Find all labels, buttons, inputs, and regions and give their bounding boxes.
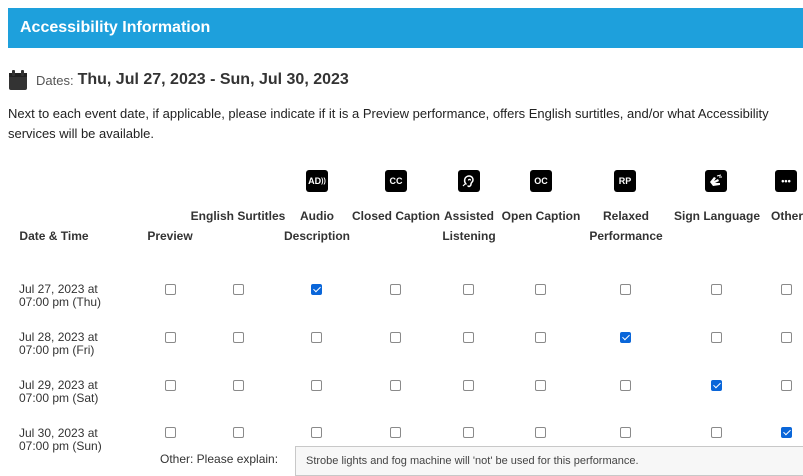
dates-row: Dates: Thu, Jul 27, 2023 - Sun, Jul 30, … — [8, 66, 349, 94]
checkbox-sign-language[interactable] — [711, 427, 722, 438]
checkbox-preview[interactable] — [165, 427, 176, 438]
checkbox-assisted-listening[interactable] — [463, 332, 474, 343]
checkbox-english-surtitles[interactable] — [233, 427, 244, 438]
row-time-line: 07:00 pm (Thu) — [19, 295, 102, 309]
checkbox-preview[interactable] — [165, 380, 176, 391]
row-date-label: Jul 28, 2023 at 07:00 pm (Fri) — [19, 331, 129, 357]
checkbox-english-surtitles[interactable] — [233, 332, 244, 343]
checkbox-other[interactable] — [781, 284, 792, 295]
checkbox-relaxed-performance[interactable] — [620, 427, 631, 438]
row-date-label: Jul 29, 2023 at 07:00 pm (Sat) — [19, 379, 129, 405]
checkbox-audio-description[interactable] — [311, 284, 322, 295]
checkbox-sign-language[interactable] — [711, 284, 722, 295]
checkbox-closed-caption[interactable] — [390, 284, 401, 295]
column-header-audio-description: Audio Description — [283, 209, 350, 243]
dates-value: Thu, Jul 27, 2023 - Sun, Jul 30, 2023 — [77, 71, 349, 88]
row-time-line: 07:00 pm (Sun) — [19, 439, 102, 453]
checkbox-preview[interactable] — [165, 284, 176, 295]
checkbox-closed-caption[interactable] — [390, 427, 401, 438]
checkbox-sign-language[interactable] — [711, 380, 722, 391]
checkbox-closed-caption[interactable] — [390, 380, 401, 391]
instructions-text: Next to each event date, if applicable, … — [8, 106, 769, 141]
checkbox-audio-description[interactable] — [311, 380, 322, 391]
section-title: Accessibility Information — [20, 19, 211, 36]
row-time-line: 07:00 pm (Fri) — [19, 343, 95, 357]
checkbox-assisted-listening[interactable] — [463, 380, 474, 391]
relaxed-performance-icon: RP — [614, 170, 636, 192]
other-ellipsis-icon: ••• — [775, 170, 797, 192]
open-caption-icon: OC — [530, 170, 552, 192]
column-header-preview: Preview — [147, 229, 193, 243]
checkbox-relaxed-performance[interactable] — [620, 332, 631, 343]
checkbox-other[interactable] — [781, 427, 792, 438]
checkbox-audio-description[interactable] — [311, 332, 322, 343]
other-explain-label: Other: Please explain: — [160, 452, 279, 466]
section-header: Accessibility Information — [8, 8, 803, 48]
row-time-line: 07:00 pm (Sat) — [19, 391, 99, 405]
checkbox-open-caption[interactable] — [535, 427, 546, 438]
column-header-open-caption: Open Caption — [501, 209, 581, 223]
checkbox-other[interactable] — [781, 380, 792, 391]
row-date-label: Jul 30, 2023 at 07:00 pm (Sun) — [19, 427, 129, 453]
checkbox-audio-description[interactable] — [311, 427, 322, 438]
checkbox-relaxed-performance[interactable] — [620, 284, 631, 295]
checkbox-other[interactable] — [781, 332, 792, 343]
sign-language-hands-icon — [705, 170, 727, 192]
row-date-label: Jul 27, 2023 at 07:00 pm (Thu) — [19, 283, 129, 309]
calendar-icon — [8, 69, 28, 91]
column-header-sign-language: Sign Language — [673, 209, 760, 223]
dates-label: Dates: — [36, 72, 74, 88]
checkbox-assisted-listening[interactable] — [463, 284, 474, 295]
checkbox-english-surtitles[interactable] — [233, 380, 244, 391]
column-header-date-time: Date & Time — [19, 229, 89, 243]
column-header-other: Other — [770, 209, 803, 223]
checkbox-english-surtitles[interactable] — [233, 284, 244, 295]
audio-description-icon: AD)) — [306, 170, 328, 192]
checkbox-open-caption[interactable] — [535, 332, 546, 343]
checkbox-open-caption[interactable] — [535, 380, 546, 391]
checkbox-closed-caption[interactable] — [390, 332, 401, 343]
checkbox-sign-language[interactable] — [711, 332, 722, 343]
checkbox-assisted-listening[interactable] — [463, 427, 474, 438]
assisted-listening-ear-icon — [458, 170, 480, 192]
column-header-relaxed-performance: Relaxed Performance — [589, 209, 663, 243]
checkbox-relaxed-performance[interactable] — [620, 380, 631, 391]
column-header-assisted-listening: Assisted Listening — [442, 209, 496, 243]
checkbox-open-caption[interactable] — [535, 284, 546, 295]
checkbox-preview[interactable] — [165, 332, 176, 343]
closed-caption-icon: CC — [385, 170, 407, 192]
